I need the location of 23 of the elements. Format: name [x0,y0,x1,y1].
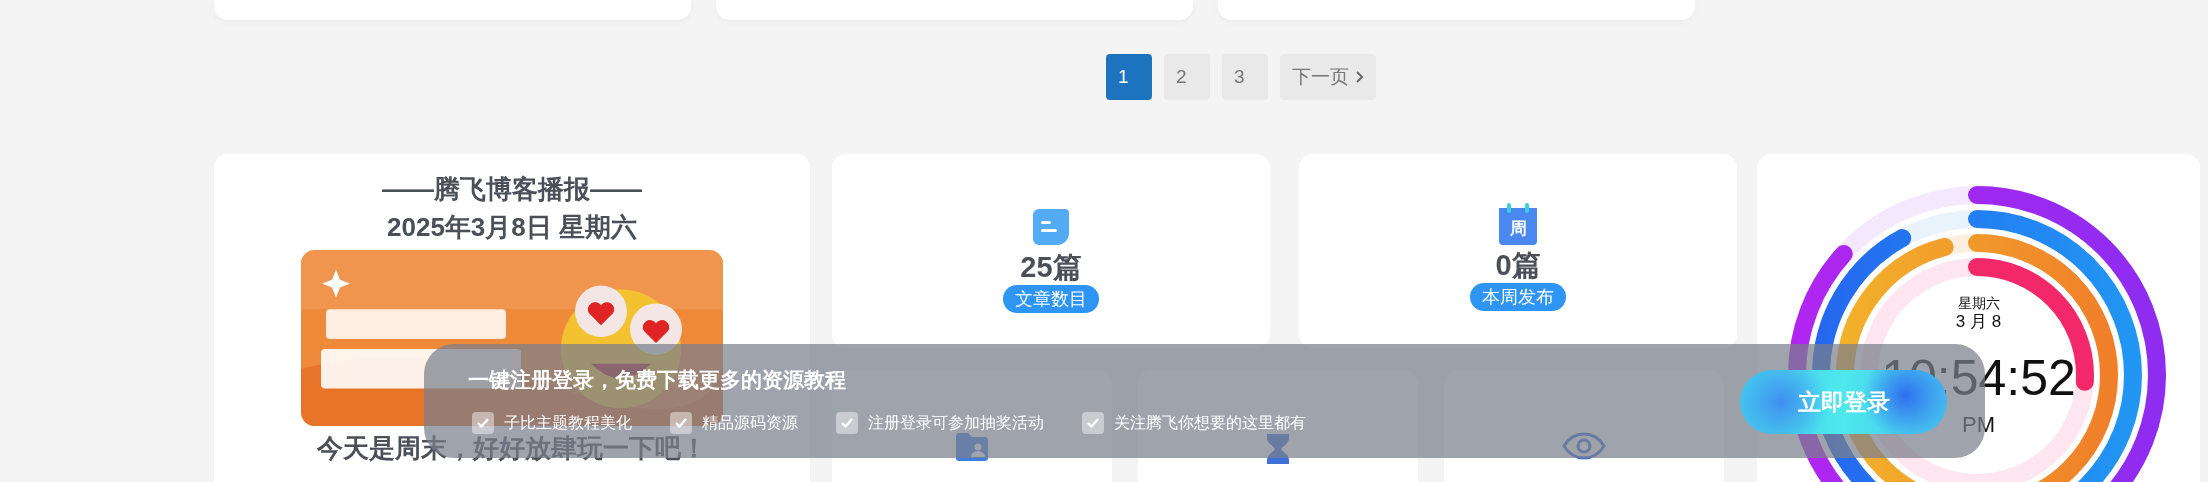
check-icon [1086,417,1100,429]
stat-label: 文章数目 [1003,285,1099,313]
page-button[interactable]: 2 [1164,54,1210,100]
note-icon [1031,207,1071,247]
feature-label: 精品源码资源 [702,412,798,433]
check-icon [840,417,854,429]
calendar-icon: 周 [1499,203,1537,245]
broadcast-date: 2025年3月8日 星期六 [387,211,637,244]
feature-label: 关注腾飞你想要的这里都有 [1114,412,1306,433]
feature-label: 注册登录可参加抽奖活动 [868,412,1044,433]
clock-weekday: 星期六 [1957,294,2000,312]
clock-date: 3 月 8 [1955,312,2002,332]
check-icon [674,417,688,429]
feature-label: 子比主题教程美化 [504,412,632,433]
stat-value: 0篇 [1495,248,1541,283]
stat-label: 本周发布 [1470,283,1566,311]
check-icon [476,417,490,429]
stat-value: 25篇 [1020,250,1082,285]
page-button[interactable]: 3 [1222,54,1268,100]
next-page-button[interactable]: 下一页 [1280,54,1376,100]
chevron-right-icon [1355,70,1364,84]
page-button[interactable]: 1 [1106,54,1152,100]
broadcast-title: ——腾飞博客播报—— [382,173,642,206]
